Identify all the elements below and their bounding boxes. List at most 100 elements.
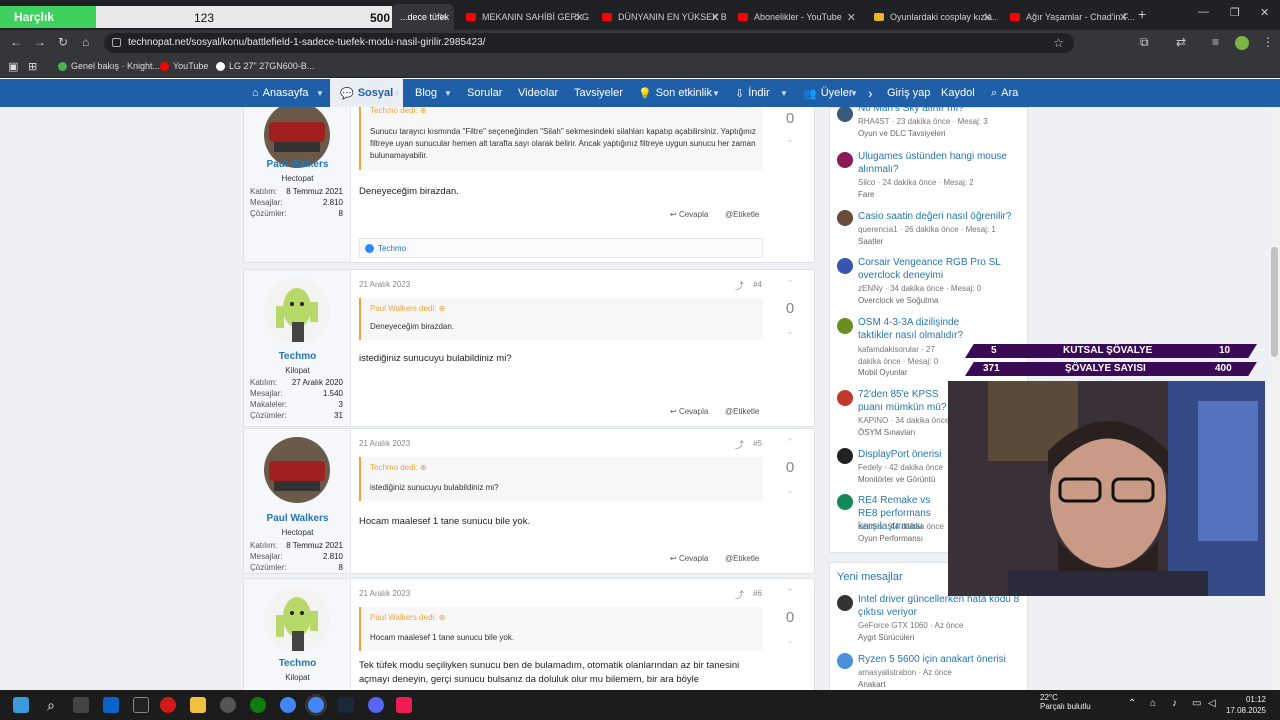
- section-title[interactable]: Yeni mesajlar: [837, 571, 903, 583]
- reply-button[interactable]: ↩ Cevapla: [670, 210, 708, 219]
- thread-forum[interactable]: Anakart: [858, 680, 886, 689]
- nav-son-etkinlik[interactable]: 💡 Son etkinlik: [638, 79, 712, 107]
- minimize-icon[interactable]: —: [1198, 6, 1209, 18]
- post-date[interactable]: 21 Aralık 2023: [359, 439, 410, 448]
- url-input[interactable]: technopat.net/sosyal/konu/battlefield-1-…: [104, 33, 1074, 53]
- upvote-icon[interactable]: ⌃: [764, 587, 816, 598]
- upvote-icon[interactable]: ⌃: [764, 278, 816, 289]
- maximize-icon[interactable]: ❐: [1230, 6, 1240, 19]
- tab-4[interactable]: Oyunlardaki cosplay kızla... ✕: [866, 4, 998, 30]
- apps-icon[interactable]: ⊞: [28, 60, 37, 73]
- avatar[interactable]: [264, 278, 330, 344]
- downvote-icon[interactable]: ⌄: [764, 485, 816, 496]
- chevron-down-icon[interactable]: ▼: [712, 89, 720, 98]
- steam-icon[interactable]: [338, 697, 354, 713]
- tag-button[interactable]: @Etiketle: [725, 210, 759, 219]
- task-view-icon[interactable]: [73, 697, 89, 713]
- reply-button[interactable]: ↩ Cevapla: [670, 407, 708, 416]
- thread-forum[interactable]: Oyun ve DLC Tavsiyeleri: [858, 129, 945, 138]
- page-scrollbar[interactable]: [1269, 107, 1280, 690]
- tab-5[interactable]: Ağır Yaşamlar - Chad'in F... ✕: [1002, 4, 1134, 30]
- share-icon[interactable]: ⤴: [735, 588, 744, 601]
- tab-3[interactable]: Abonelikler - YouTube ✕: [730, 4, 862, 30]
- thread-forum[interactable]: Fare: [858, 190, 874, 199]
- nav-indir[interactable]: ⇩ İndir: [735, 79, 770, 107]
- thread-title[interactable]: Corsair Vengeance RGB Pro SL overclock d…: [858, 256, 1026, 282]
- close-icon[interactable]: ✕: [983, 11, 992, 24]
- quote-author[interactable]: Techmo dedi: ⊕: [370, 107, 427, 115]
- reactions-bar[interactable]: Techmo: [359, 238, 763, 258]
- username[interactable]: Techmo: [244, 658, 351, 669]
- outlook-icon[interactable]: [103, 697, 119, 713]
- downvote-icon[interactable]: ⌄: [764, 326, 816, 337]
- epic-games-icon[interactable]: [133, 697, 149, 713]
- nav-uyeler[interactable]: 👥 Üyeler: [803, 79, 853, 107]
- system-clock[interactable]: 01:12 17.08.2025: [1222, 694, 1266, 716]
- tag-button[interactable]: @Etiketle: [725, 407, 759, 416]
- downvote-icon[interactable]: ⌄: [764, 635, 816, 646]
- thread-forum[interactable]: Monitörler ve Görüntü: [858, 475, 935, 484]
- share-icon[interactable]: ⤴: [735, 438, 744, 451]
- chevron-up-icon[interactable]: ⌃: [1128, 698, 1136, 709]
- thread-forum[interactable]: Aygıt Sürücüleri: [858, 633, 914, 642]
- chevron-down-icon[interactable]: ▼: [850, 89, 858, 98]
- username[interactable]: Techmo: [244, 351, 351, 362]
- thread-title[interactable]: OSM 4-3-3A dizilişinde taktikler nasıl o…: [858, 316, 968, 342]
- thread-title[interactable]: 72'den 85'e KPSS puanı mümkün mü?: [858, 388, 948, 414]
- search-link[interactable]: ⌕ Ara: [991, 79, 1018, 107]
- tag-button[interactable]: @Etiketle: [725, 554, 759, 563]
- post-date[interactable]: 21 Aralık 2023: [359, 589, 410, 598]
- thread-forum[interactable]: Oyun Performansı: [858, 534, 923, 543]
- quote-author[interactable]: Paul Walkers dedi: ⊕: [370, 304, 445, 313]
- translate-icon[interactable]: ⇄: [1176, 35, 1186, 49]
- sidebar-icon[interactable]: ▣: [8, 60, 18, 73]
- nav-tavsiyeler[interactable]: Tavsiyeler: [574, 79, 623, 107]
- thread-title[interactable]: Intel driver güncellerken hata kodu 8 çı…: [858, 593, 1026, 619]
- close-icon[interactable]: ✕: [847, 11, 856, 24]
- post-date[interactable]: 21 Aralık 2023: [359, 280, 410, 289]
- username[interactable]: Paul Walkers: [244, 159, 351, 170]
- reply-button[interactable]: ↩ Cevapla: [670, 554, 708, 563]
- quote-author[interactable]: Paul Walkers dedi: ⊕: [370, 613, 445, 622]
- weather-widget[interactable]: 22°C Parçalı bulutlu: [1040, 693, 1091, 711]
- bookmark-youtube[interactable]: YouTube: [160, 61, 208, 71]
- menu-icon[interactable]: ⋮: [1262, 35, 1274, 49]
- volume-icon[interactable]: ◁: [1208, 698, 1216, 709]
- close-icon[interactable]: ✕: [575, 11, 584, 24]
- tab-1[interactable]: MEKANIN SAHİBİ GERİ G... ✕: [458, 4, 590, 30]
- thread-title[interactable]: Casio saatin değeri nasıl öğrenilir?: [858, 210, 1026, 223]
- start-icon[interactable]: [13, 697, 29, 713]
- extensions-icon[interactable]: ⧉: [1140, 35, 1149, 50]
- tab-active[interactable]: ...dece tüfek ✕: [392, 4, 454, 30]
- chevron-down-icon[interactable]: ▼: [780, 89, 788, 98]
- quote-author[interactable]: Techmo dedi: ⊕: [370, 463, 427, 472]
- close-icon[interactable]: ✕: [1119, 11, 1128, 24]
- chrome-icon[interactable]: [280, 697, 296, 713]
- back-icon[interactable]: ←: [10, 35, 22, 49]
- username[interactable]: Paul Walkers: [244, 513, 351, 524]
- profile-avatar[interactable]: [1235, 36, 1249, 50]
- new-tab-icon[interactable]: +: [1138, 6, 1146, 22]
- post-number[interactable]: #6: [753, 589, 762, 598]
- bookmark-genel-bakis[interactable]: Genel bakış · Knight...: [58, 61, 160, 71]
- search-icon[interactable]: ⌕: [43, 697, 59, 713]
- site-info-icon[interactable]: [112, 38, 121, 47]
- scrollbar-thumb[interactable]: [1271, 247, 1278, 357]
- post-number[interactable]: #5: [753, 439, 762, 448]
- xbox-icon[interactable]: [250, 697, 266, 713]
- file-explorer-icon[interactable]: [190, 697, 206, 713]
- media-icon[interactable]: ≡: [1212, 35, 1219, 49]
- battery-icon[interactable]: ▭: [1192, 698, 1201, 709]
- close-icon[interactable]: ✕: [711, 11, 720, 24]
- thread-forum[interactable]: Overclock ve Soğutma: [858, 296, 938, 305]
- thread-title[interactable]: No Man's Sky alınır mı?: [858, 107, 1026, 115]
- chevron-down-icon[interactable]: ▼: [444, 89, 452, 98]
- app-icon[interactable]: [220, 697, 236, 713]
- tiktok-icon[interactable]: [396, 697, 412, 713]
- nav-videolar[interactable]: Videolar: [518, 79, 558, 107]
- share-icon[interactable]: ⤴: [735, 279, 744, 292]
- network-icon[interactable]: ⌂: [1150, 698, 1156, 709]
- avatar[interactable]: [264, 437, 330, 503]
- bookmark-star-icon[interactable]: ☆: [1053, 36, 1064, 50]
- login-link[interactable]: Giriş yap: [887, 79, 930, 107]
